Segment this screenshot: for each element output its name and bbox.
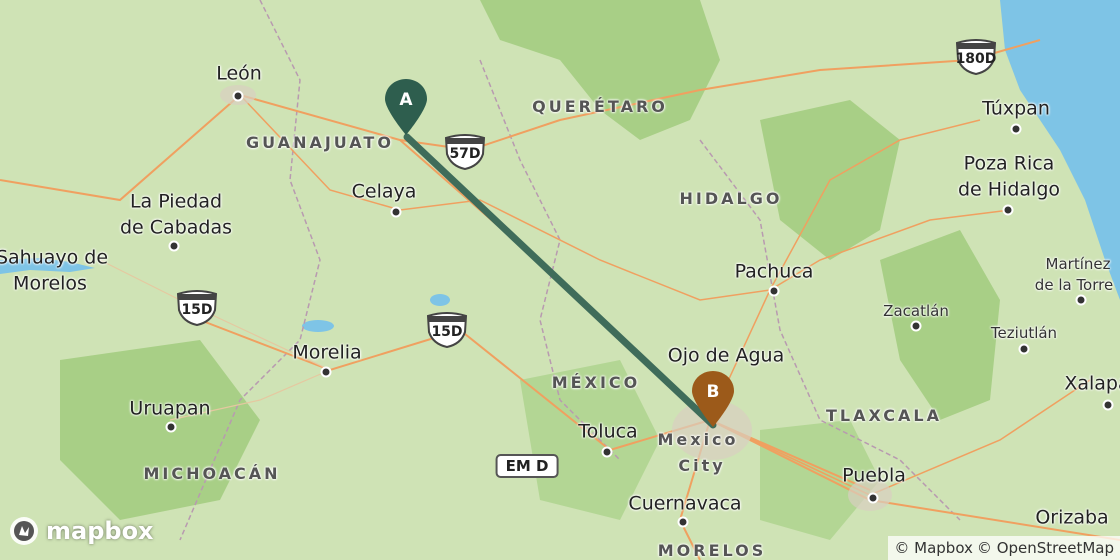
region-label-hidalgo: HIDALGO <box>679 189 783 209</box>
city-label-uruapan: Uruapan <box>129 397 211 420</box>
marker-b[interactable]: B <box>690 370 736 428</box>
city-label-leon: León <box>216 62 262 85</box>
mapbox-logo-text: mapbox <box>46 517 154 545</box>
city-label-orizaba: Orizaba <box>1035 506 1109 529</box>
map-canvas[interactable]: León Celaya La Piedad de Cabadas Sahuayo… <box>0 0 1120 560</box>
city-dot <box>910 320 922 332</box>
city-label-toluca: Toluca <box>578 420 638 443</box>
highway-shield-icon: 57D <box>443 134 487 171</box>
city-label-mexico: Mexico <box>657 430 739 450</box>
city-dot <box>677 516 689 528</box>
mapbox-logo[interactable]: mapbox <box>8 515 154 547</box>
city-label-poza-rica-2: de Hidalgo <box>957 178 1061 201</box>
region-label-michoacan: MICHOACÁN <box>143 464 281 484</box>
city-label-cuernavaca: Cuernavaca <box>628 492 742 515</box>
mapbox-icon <box>10 517 38 545</box>
highway-shield-icon: 15D <box>175 290 219 327</box>
city-label-sahuayo-2: Morelos <box>13 272 87 295</box>
city-label-la-piedad: La Piedad <box>129 190 223 213</box>
city-dot <box>768 285 780 297</box>
city-label-mexico-2: City <box>678 456 726 476</box>
city-label-sahuayo: Sahuayo de <box>0 246 109 269</box>
city-label-pachuca: Pachuca <box>734 260 814 283</box>
attribution-mapbox-link[interactable]: © Mapbox <box>894 539 973 557</box>
highway-badge: EM D <box>495 454 559 478</box>
city-label-zacatlan: Zacatlán <box>883 301 949 320</box>
region-label-mexico: MÉXICO <box>551 373 641 393</box>
city-dot <box>867 492 879 504</box>
city-dot <box>165 421 177 433</box>
city-dot <box>1002 204 1014 216</box>
city-label-puebla: Puebla <box>842 464 906 487</box>
region-label-morelos: MORELOS <box>657 541 767 560</box>
city-label-xalapa: Xalapa <box>1064 372 1120 395</box>
marker-a[interactable]: A <box>383 78 429 136</box>
region-label-tlaxcala: TLAXCALA <box>826 406 942 426</box>
city-label-martinez: Martínez <box>1045 254 1111 273</box>
city-dot <box>168 240 180 252</box>
city-dot <box>1075 294 1087 306</box>
city-dot <box>601 446 613 458</box>
city-label-tuxpan: Túxpan <box>982 97 1050 120</box>
highway-shield-icon: 180D <box>954 39 998 76</box>
city-dot <box>1102 399 1114 411</box>
city-dot <box>390 206 402 218</box>
city-label-celaya: Celaya <box>351 180 417 203</box>
region-label-guanajuato: GUANAJUATO <box>246 133 394 153</box>
region-label-queretaro: QUERÉTARO <box>532 97 668 117</box>
city-label-la-piedad-2: de Cabadas <box>119 216 233 239</box>
attribution: © Mapbox © OpenStreetMap <box>888 536 1120 560</box>
city-label-ojo-de-agua: Ojo de Agua <box>667 344 785 367</box>
city-dot <box>1010 123 1022 135</box>
attribution-osm-link[interactable]: © OpenStreetMap <box>977 539 1114 557</box>
city-label-poza-rica: Poza Rica <box>963 152 1055 175</box>
city-dot <box>320 366 332 378</box>
city-label-teziutlan: Teziutlán <box>990 323 1058 342</box>
city-dot <box>232 90 244 102</box>
city-label-martinez-2: de la Torre <box>1034 275 1114 294</box>
city-dot <box>1018 343 1030 355</box>
city-label-morelia: Morelia <box>292 341 362 364</box>
highway-shield-icon: 15D <box>425 312 469 349</box>
